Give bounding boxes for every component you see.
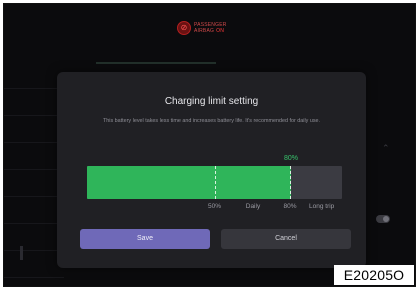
infotainment-screen: ⊘ PASSENGER AIRBAG ON ⌃ Charging limit s… [3, 3, 416, 287]
background-menu-item [4, 89, 64, 116]
marker-label-80: 80% [283, 203, 297, 210]
background-toggle [376, 215, 390, 223]
background-menu-item [4, 143, 64, 170]
background-menu-item [4, 224, 64, 251]
airbag-line2: AIRBAG [194, 28, 215, 34]
background-menu-item [4, 251, 64, 278]
figure-code: E20205O [334, 265, 414, 285]
chevron-up-icon: ⌃ [382, 143, 390, 153]
marker-label-long-trip: Long trip [309, 203, 335, 210]
marker-label-50: 50% [208, 203, 222, 210]
airbag-state: ON [216, 28, 225, 34]
background-menu-item [4, 197, 64, 224]
background-menu-item [4, 62, 64, 89]
save-button[interactable]: Save [80, 229, 210, 249]
dialog-title: Charging limit setting [164, 96, 259, 107]
charge-limit-fill [87, 166, 291, 199]
charge-limit-slider[interactable] [87, 166, 342, 199]
marker-label-daily: Daily [245, 203, 261, 210]
background-menu-item [4, 170, 64, 197]
dashed-marker-80 [290, 166, 291, 199]
charging-limit-dialog: Charging limit setting This battery leve… [57, 72, 366, 268]
cancel-button[interactable]: Cancel [221, 229, 351, 249]
background-selection-marker [20, 246, 23, 260]
dialog-description: This battery level takes less time and i… [102, 118, 321, 124]
dashed-marker-50 [214, 166, 216, 199]
background-progress-bar [96, 62, 216, 64]
airbag-indicator: ⊘ PASSENGER AIRBAG ON [177, 21, 227, 35]
selected-percent-label: 80% [284, 155, 299, 162]
airbag-off-icon: ⊘ [177, 21, 191, 35]
background-menu-item [4, 116, 64, 143]
background-settings-menu [4, 62, 64, 278]
